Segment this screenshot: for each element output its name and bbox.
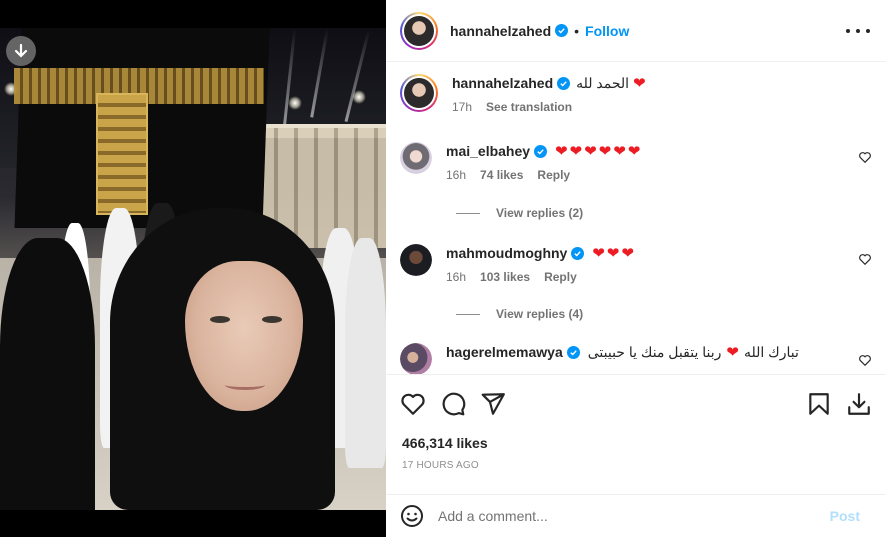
avatar[interactable]	[400, 142, 432, 174]
see-translation-link[interactable]: See translation	[486, 100, 572, 114]
heart-icon[interactable]	[858, 252, 872, 266]
save-download-icon[interactable]	[846, 391, 872, 417]
bookmark-icon[interactable]	[806, 391, 832, 417]
caption-arabic: الحمد لله	[576, 75, 630, 91]
comment-username[interactable]: mai_elbahey	[446, 142, 530, 160]
reply-button[interactable]: Reply	[544, 270, 577, 284]
heart-emoji: ❤	[726, 343, 739, 361]
post-photo	[0, 28, 386, 510]
verified-icon	[555, 24, 569, 37]
comment-box: Post	[386, 494, 886, 537]
verified-icon	[571, 246, 585, 260]
photo-crowd-person	[345, 238, 386, 468]
avatar[interactable]	[400, 74, 438, 112]
heart-emoji: ❤	[633, 74, 646, 92]
view-replies-label: View replies (4)	[496, 307, 584, 321]
comment-text: ❤❤❤❤❤❤	[555, 142, 643, 160]
comment-username[interactable]: mahmoudmoghny	[446, 244, 567, 262]
comment-row: hagerelmemawya ربنا يتقبل منك يا حبيبتى …	[400, 343, 872, 374]
author-username[interactable]: hannahelzahed	[450, 23, 551, 39]
emoji-icon[interactable]	[400, 504, 424, 528]
download-icon[interactable]	[6, 36, 36, 66]
caption-row: hannahelzahed الحمد لله ❤ 17h See transl…	[400, 74, 872, 114]
post-header: hannahelzahed • Follow	[386, 0, 886, 62]
caption-username[interactable]: hannahelzahed	[452, 74, 553, 92]
verified-icon	[566, 345, 580, 359]
follow-button[interactable]: Follow	[585, 23, 629, 39]
comment-time: 16h	[446, 168, 467, 182]
caption-time: 17h	[452, 100, 473, 114]
reply-button[interactable]: Reply	[537, 168, 570, 182]
comment-likes[interactable]: 103 likes	[480, 270, 530, 284]
photo-smile	[225, 380, 265, 390]
post-timestamp: 17 HOURS AGO	[402, 460, 479, 471]
comment-text: ❤❤❤	[592, 244, 637, 262]
avatar[interactable]	[400, 11, 438, 50]
avatar[interactable]	[400, 343, 432, 374]
photo-eye	[210, 316, 230, 323]
view-replies-label: View replies (2)	[496, 206, 584, 220]
post-media-pane	[0, 0, 386, 537]
heart-icon[interactable]	[400, 391, 426, 417]
comment-icon[interactable]	[440, 391, 466, 417]
comment-text: ربنا يتقبل منك يا حبيبتى ❤ تبارك الله	[588, 343, 799, 361]
comment-time: 16h	[446, 270, 467, 284]
comment-row: mahmoudmoghny ❤❤❤ 16h 103 likes Reply	[400, 244, 872, 284]
more-icon[interactable]	[846, 22, 870, 40]
view-replies-button[interactable]: View replies (2)	[456, 206, 583, 220]
comment-input[interactable]	[438, 508, 798, 524]
separator-dot: •	[574, 22, 580, 39]
post-actions: 466,314 likes 17 HOURS AGO	[386, 374, 886, 494]
photo-left-figure	[0, 238, 95, 510]
avatar[interactable]	[400, 244, 432, 276]
photo-kaaba-door	[96, 93, 148, 215]
comments-list: hannahelzahed الحمد لله ❤ 17h See transl…	[386, 62, 886, 374]
share-icon[interactable]	[480, 391, 506, 417]
caption-text: الحمد لله ❤	[576, 74, 646, 92]
post-side-panel: hannahelzahed • Follow hannahelzahed الح…	[386, 0, 886, 537]
photo-eye	[262, 316, 282, 323]
verified-icon	[557, 76, 571, 90]
comment-arabic-part: ربنا يتقبل منك يا حبيبتى	[587, 344, 722, 360]
comment-arabic-part: تبارك الله	[743, 344, 799, 360]
photo-lamp	[288, 96, 302, 110]
heart-icon[interactable]	[858, 353, 872, 367]
photo-lamp	[352, 90, 366, 104]
comment-likes[interactable]: 74 likes	[480, 168, 523, 182]
verified-icon	[534, 144, 548, 158]
likes-count[interactable]: 466,314 likes	[402, 435, 488, 451]
comment-row: mai_elbahey ❤❤❤❤❤❤ 16h 74 likes Reply	[400, 142, 872, 182]
heart-icon[interactable]	[858, 150, 872, 164]
comment-username[interactable]: hagerelmemawya	[446, 343, 563, 361]
post-comment-button[interactable]: Post	[830, 508, 860, 524]
view-replies-button[interactable]: View replies (4)	[456, 307, 583, 321]
